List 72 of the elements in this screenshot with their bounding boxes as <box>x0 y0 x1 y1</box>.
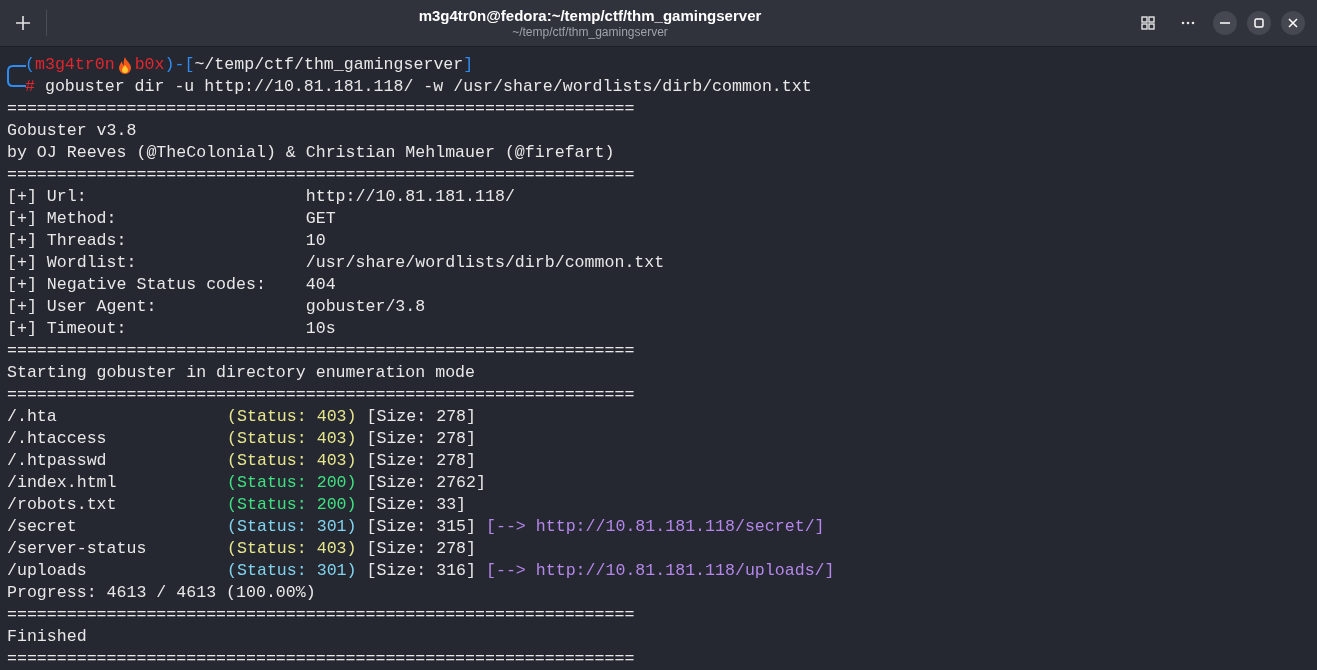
prompt-separator: )-[ <box>164 54 195 76</box>
result-path: /index.html <box>7 472 118 494</box>
output-line: =============================================================== <box>7 340 635 362</box>
output-line: by OJ Reeves (@TheColonial) & Christian Mehlmauer (@firefart) <box>7 142 615 164</box>
output-line: Gobuster v3.8 <box>7 120 137 142</box>
status-code: (Status: 301) <box>227 516 357 538</box>
output-line: =============================================================== <box>7 98 635 120</box>
close-icon <box>1288 18 1298 28</box>
result-size: [Size: 33] <box>366 494 467 516</box>
result-size: [Size: 316] <box>366 560 477 582</box>
prompt-host: b0x <box>134 54 165 76</box>
setting-value: GET <box>305 208 336 230</box>
close-button[interactable] <box>1281 11 1305 35</box>
prompt-user: m3g4tr0n <box>34 54 115 76</box>
setting-label: [+] Timeout: <box>7 318 128 340</box>
result-size: [Size: 278] <box>366 406 477 428</box>
result-size: [Size: 2762] <box>366 472 486 494</box>
output-line: =============================================================== <box>7 384 635 406</box>
output-line: =============================================================== <box>7 648 635 670</box>
setting-value: http://10.81.181.118/ <box>305 186 515 208</box>
output-line: Finished <box>7 626 87 648</box>
grid-icon <box>1141 16 1155 30</box>
setting-value: 404 <box>305 274 336 296</box>
prompt-paren: ( <box>25 54 35 76</box>
command-text: gobuster dir -u http://10.81.181.118/ -w /usr/share/wordlists/dirb/common.txt <box>43 76 812 98</box>
result-path: /.htpasswd <box>7 450 108 472</box>
status-code: (Status: 403) <box>227 538 357 560</box>
fire-icon <box>117 56 132 74</box>
setting-label: [+] Url: <box>7 186 88 208</box>
more-icon <box>1181 21 1195 25</box>
output-line: Progress: 4613 / 4613 (100.00%) <box>7 582 316 604</box>
prompt-path: ~/temp/ctf/thm_gamingserver <box>194 54 464 76</box>
redirect-url: [--> http://10.81.181.118/uploads/] <box>486 560 835 582</box>
result-path: /secret <box>7 516 78 538</box>
output-line: =============================================================== <box>7 164 635 186</box>
result-size: [Size: 278] <box>366 450 477 472</box>
setting-label: [+] Wordlist: <box>7 252 138 274</box>
redirect-url: [--> http://10.81.181.118/secret/] <box>486 516 825 538</box>
status-code: (Status: 301) <box>227 560 357 582</box>
setting-label: [+] User Agent: <box>7 296 158 318</box>
setting-label: [+] Method: <box>7 208 118 230</box>
window-subtitle: ~/temp/ctf/thm_gamingserver <box>512 24 668 40</box>
result-path: /.hta <box>7 406 58 428</box>
maximize-button[interactable] <box>1247 11 1271 35</box>
setting-value: /usr/share/wordlists/dirb/common.txt <box>305 252 665 274</box>
window-title: m3g4tr0n@fedora:~/temp/ctf/thm_gamingserver <box>418 6 762 25</box>
status-code: (Status: 200) <box>227 472 357 494</box>
result-path: /.htaccess <box>7 428 108 450</box>
setting-value: 10s <box>305 318 336 340</box>
prompt-bracket-line <box>7 65 27 87</box>
minimize-icon <box>1220 22 1230 24</box>
plus-icon <box>15 15 31 31</box>
setting-value: 10 <box>305 230 326 252</box>
status-code: (Status: 200) <box>227 494 357 516</box>
result-path: /uploads <box>7 560 88 582</box>
result-path: /robots.txt <box>7 494 118 516</box>
result-path: /server-status <box>7 538 148 560</box>
output-line: Starting gobuster in directory enumeration mode <box>7 362 476 384</box>
setting-label: [+] Negative Status codes: <box>7 274 267 296</box>
minimize-button[interactable] <box>1213 11 1237 35</box>
status-code: (Status: 403) <box>227 406 357 428</box>
maximize-icon <box>1254 18 1264 28</box>
prompt-symbol: # <box>25 76 35 98</box>
setting-label: [+] Threads: <box>7 230 128 252</box>
result-size: [Size: 278] <box>366 428 477 450</box>
prompt-bracket: ] <box>463 54 474 76</box>
status-code: (Status: 403) <box>227 428 357 450</box>
output-line: =============================================================== <box>7 604 635 626</box>
status-code: (Status: 403) <box>227 450 357 472</box>
result-size: [Size: 315] <box>366 516 477 538</box>
result-size: [Size: 278] <box>366 538 477 560</box>
setting-value: gobuster/3.8 <box>305 296 426 318</box>
